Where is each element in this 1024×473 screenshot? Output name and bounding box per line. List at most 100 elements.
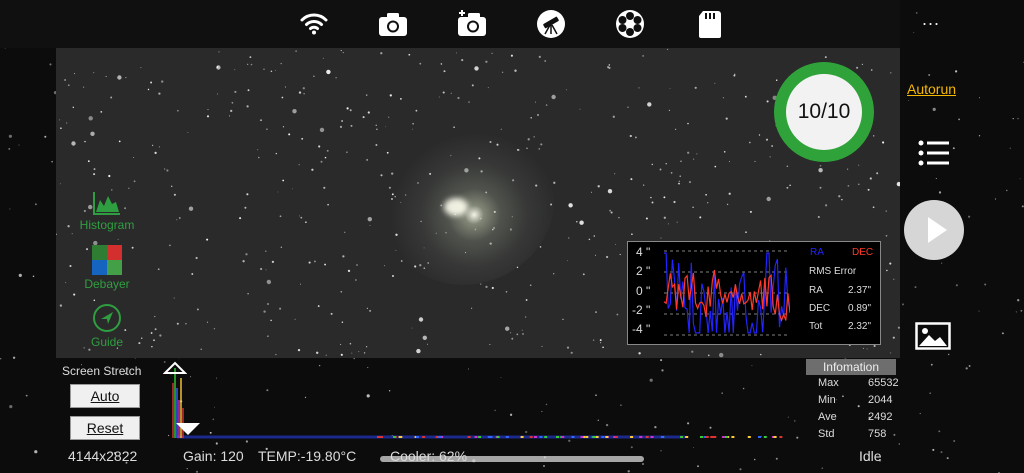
star bbox=[270, 70, 273, 73]
white-point-handle[interactable] bbox=[163, 361, 187, 375]
sd-card-icon[interactable] bbox=[694, 8, 726, 40]
capture-progress-text: 10/10 bbox=[786, 74, 862, 150]
star bbox=[929, 392, 931, 394]
camera-icon[interactable] bbox=[377, 8, 409, 40]
star bbox=[93, 299, 96, 302]
auto-stretch-button[interactable]: Auto bbox=[70, 384, 140, 408]
star bbox=[154, 151, 157, 155]
star bbox=[505, 291, 508, 293]
star bbox=[608, 64, 611, 66]
star bbox=[108, 174, 111, 178]
star bbox=[151, 346, 153, 348]
debayer-label: Debayer bbox=[84, 277, 130, 291]
star bbox=[369, 309, 372, 312]
star bbox=[71, 233, 73, 235]
star bbox=[705, 193, 707, 196]
star bbox=[408, 53, 411, 56]
sequence-list-button[interactable] bbox=[918, 140, 950, 166]
histogram-tool-button[interactable]: Histogram bbox=[74, 190, 140, 232]
gallery-button[interactable] bbox=[915, 322, 951, 350]
top-toolbar bbox=[0, 0, 900, 48]
star bbox=[870, 69, 873, 71]
list-icon bbox=[918, 140, 949, 166]
star bbox=[616, 313, 619, 316]
star bbox=[176, 219, 178, 221]
star bbox=[386, 151, 389, 154]
star bbox=[876, 172, 879, 175]
star bbox=[356, 264, 358, 266]
filter-wheel-icon[interactable] bbox=[614, 8, 646, 40]
star bbox=[440, 63, 443, 65]
star bbox=[206, 115, 210, 118]
star bbox=[400, 260, 403, 262]
debayer-tool-button[interactable]: Debayer bbox=[74, 245, 140, 291]
star bbox=[388, 186, 391, 189]
star bbox=[247, 292, 249, 295]
star bbox=[627, 106, 629, 108]
star bbox=[612, 115, 615, 118]
star bbox=[521, 329, 523, 331]
star bbox=[691, 350, 694, 353]
star bbox=[634, 136, 637, 139]
star bbox=[110, 96, 113, 99]
star bbox=[158, 146, 161, 148]
star bbox=[722, 97, 724, 99]
wifi-icon[interactable] bbox=[298, 8, 330, 40]
star bbox=[442, 91, 445, 94]
star bbox=[838, 195, 841, 198]
star bbox=[380, 174, 383, 177]
star bbox=[350, 124, 353, 127]
star bbox=[234, 90, 237, 93]
star bbox=[707, 202, 709, 204]
camera-state-text: Idle bbox=[859, 448, 882, 464]
star bbox=[59, 119, 61, 121]
star bbox=[93, 168, 96, 171]
star bbox=[538, 55, 541, 58]
star bbox=[271, 260, 275, 264]
star bbox=[687, 151, 690, 154]
reset-stretch-button[interactable]: Reset bbox=[70, 416, 140, 440]
star bbox=[522, 333, 524, 335]
star bbox=[631, 233, 633, 236]
star bbox=[365, 94, 368, 96]
star bbox=[667, 223, 669, 225]
star bbox=[984, 283, 987, 286]
star bbox=[638, 87, 640, 89]
info-min-label: Min bbox=[818, 394, 836, 406]
star bbox=[326, 69, 331, 75]
star bbox=[530, 117, 532, 119]
start-capture-button[interactable] bbox=[904, 200, 964, 260]
star bbox=[247, 89, 250, 92]
star bbox=[200, 348, 202, 350]
star bbox=[316, 351, 319, 354]
more-menu-button[interactable]: ... bbox=[918, 10, 944, 32]
star bbox=[659, 168, 662, 171]
star bbox=[88, 116, 93, 121]
star bbox=[366, 307, 369, 310]
star bbox=[819, 186, 822, 189]
star bbox=[535, 101, 536, 103]
star bbox=[602, 346, 604, 349]
star bbox=[1015, 311, 1017, 313]
star bbox=[679, 175, 681, 177]
guide-tool-button[interactable]: Guide bbox=[74, 303, 140, 349]
star bbox=[244, 206, 247, 209]
rms-dec-label: DEC bbox=[809, 303, 831, 314]
star bbox=[516, 333, 519, 336]
star bbox=[415, 109, 418, 112]
star bbox=[317, 305, 320, 308]
rms-tot-label: Tot bbox=[809, 321, 823, 332]
camera-add-icon[interactable] bbox=[456, 8, 488, 40]
telescope-icon[interactable] bbox=[535, 8, 567, 40]
star bbox=[525, 299, 528, 301]
black-point-handle[interactable] bbox=[175, 422, 201, 436]
autorun-link[interactable]: Autorun bbox=[907, 81, 956, 97]
star bbox=[73, 293, 76, 296]
star bbox=[474, 66, 479, 71]
star bbox=[173, 193, 176, 196]
info-ave-value: 2492 bbox=[868, 411, 893, 423]
star bbox=[847, 168, 849, 170]
star bbox=[154, 328, 157, 331]
star bbox=[72, 106, 75, 109]
star bbox=[595, 311, 597, 314]
